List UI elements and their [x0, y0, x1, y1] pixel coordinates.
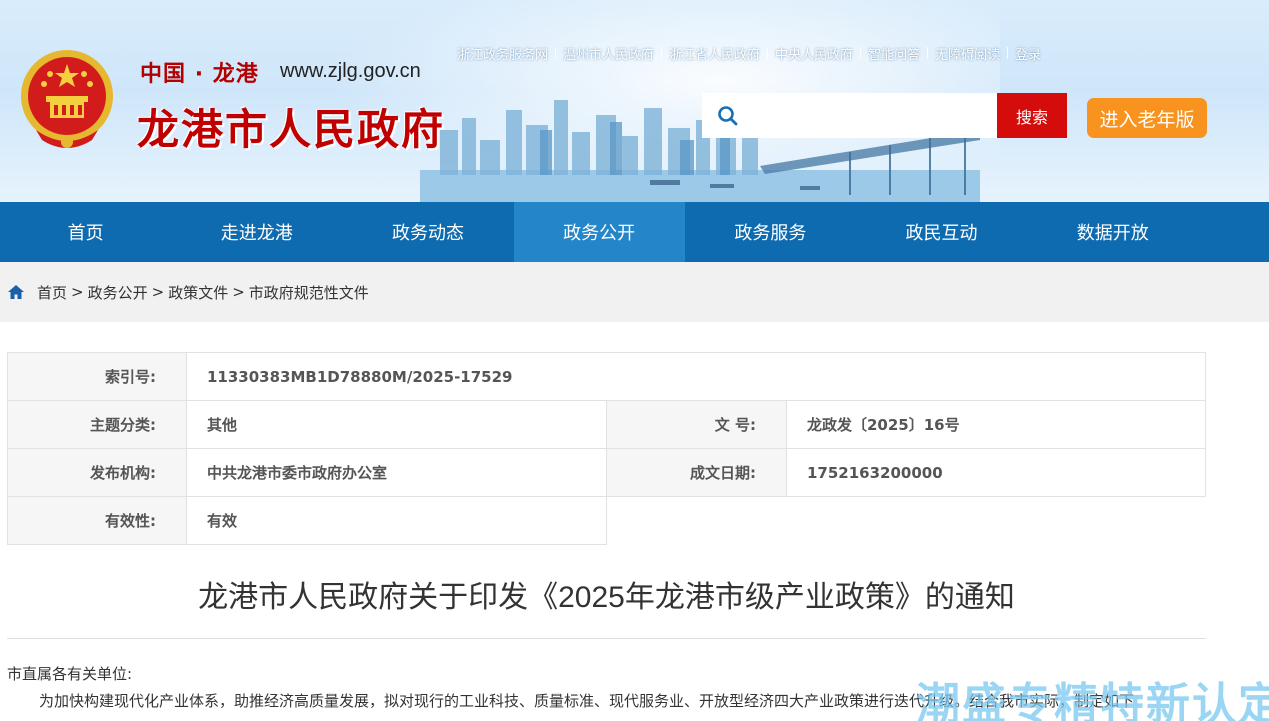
home-icon[interactable] — [7, 283, 25, 301]
breadcrumb-separator: > — [71, 283, 84, 301]
divider — [7, 638, 1206, 639]
meta-label-text: 主题分类: — [90, 416, 156, 434]
meta-label-validity: 有效性: — [7, 496, 187, 545]
meta-value-topic: 其他 — [186, 400, 607, 449]
brand-city: 龙港 — [212, 62, 259, 87]
breadcrumb-separator: > — [151, 283, 165, 301]
meta-value-index: 11330383MB1D78880M/2025-17529 — [186, 352, 1206, 401]
meta-label-date: 成文日期: — [606, 448, 787, 497]
toplink-login[interactable]: 登录 — [1008, 44, 1048, 63]
site-title[interactable]: 龙港市人民政府 — [137, 96, 445, 157]
meta-label-text: 成文日期: — [690, 464, 756, 482]
toplink-wenzhou[interactable]: 温州市人民政府 — [556, 44, 661, 63]
toplink-accessibility[interactable]: 无障碍阅读 — [928, 44, 1007, 63]
brand-country: 中国 — [140, 62, 187, 87]
article-salutation: 市直属各有关单位: — [7, 665, 133, 683]
meta-value-date: 1752163200000 — [786, 448, 1206, 497]
breadcrumb-disclosure[interactable]: 政务公开 — [88, 282, 148, 303]
nav-interaction[interactable]: 政民互动 — [856, 202, 1027, 262]
national-emblem-icon — [21, 50, 113, 148]
meta-label-text: 有效性: — [105, 512, 156, 530]
site-header: 中国 · 龙港 www.zjlg.gov.cn 龙港市人民政府 浙江政务服务网 … — [0, 0, 1269, 202]
article-title: 龙港市人民政府关于印发《2025年龙港市级产业政策》的通知 — [198, 581, 1015, 614]
toplink-central-gov[interactable]: 中央人民政府 — [768, 44, 860, 63]
nav-gov-disclosure[interactable]: 政务公开 — [513, 202, 685, 262]
toplink-smart-qa[interactable]: 智能问答 — [861, 44, 927, 63]
nav-gov-services[interactable]: 政务服务 — [685, 202, 856, 262]
search-box — [702, 93, 998, 138]
meta-label-text: 索引号: — [105, 368, 156, 386]
meta-label-text: 发布机构: — [90, 464, 156, 482]
breadcrumb-policy-docs[interactable]: 政策文件 — [168, 282, 228, 303]
document-meta-table: 索引号: 11330383MB1D78880M/2025-17529 主题分类:… — [7, 352, 1206, 545]
nav-gov-news[interactable]: 政务动态 — [342, 202, 513, 262]
watermark-text: 潮盛专精特新认定网 — [916, 679, 1269, 721]
meta-value-validity: 有效 — [186, 496, 607, 545]
meta-value-docno: 龙政发〔2025〕16号 — [786, 400, 1206, 449]
meta-label-docno: 文 号: — [606, 400, 787, 449]
breadcrumb: 首页 > 政务公开 > 政策文件 > 市政府规范性文件 — [7, 282, 369, 302]
brand-url: www.zjlg.gov.cn — [280, 60, 421, 82]
nav-home[interactable]: 首页 — [0, 202, 171, 262]
nav-open-data[interactable]: 数据开放 — [1027, 202, 1198, 262]
toplink-zhejiang[interactable]: 浙江省人民政府 — [662, 44, 767, 63]
meta-label-text: 文 号: — [714, 416, 756, 434]
breadcrumb-bar: 首页 > 政务公开 > 政策文件 > 市政府规范性文件 — [0, 262, 1269, 322]
meta-label-index: 索引号: — [7, 352, 187, 401]
elder-mode-button[interactable]: 进入老年版 — [1087, 98, 1207, 138]
search-icon — [718, 106, 738, 126]
breadcrumb-normative-docs[interactable]: 市政府规范性文件 — [249, 282, 369, 303]
breadcrumb-separator: > — [232, 283, 245, 301]
meta-label-issuer: 发布机构: — [7, 448, 187, 497]
nav-about-longgang[interactable]: 走进龙港 — [171, 202, 342, 262]
meta-label-topic: 主题分类: — [7, 400, 187, 449]
brand-dot: · — [194, 62, 205, 87]
search-input[interactable] — [747, 93, 992, 138]
main-nav: 首页 走进龙港 政务动态 政务公开 政务服务 政民互动 数据开放 — [0, 202, 1269, 262]
top-links: 浙江政务服务网 温州市人民政府 浙江省人民政府 中央人民政府 智能问答 无障碍阅… — [450, 44, 1048, 63]
toplink-zjzwfw[interactable]: 浙江政务服务网 — [450, 44, 555, 63]
search-button[interactable]: 搜索 — [997, 93, 1067, 138]
meta-value-issuer: 中共龙港市委市政府办公室 — [186, 448, 607, 497]
breadcrumb-home[interactable]: 首页 — [37, 282, 67, 303]
brand-tagline: 中国 · 龙港 — [140, 56, 259, 88]
